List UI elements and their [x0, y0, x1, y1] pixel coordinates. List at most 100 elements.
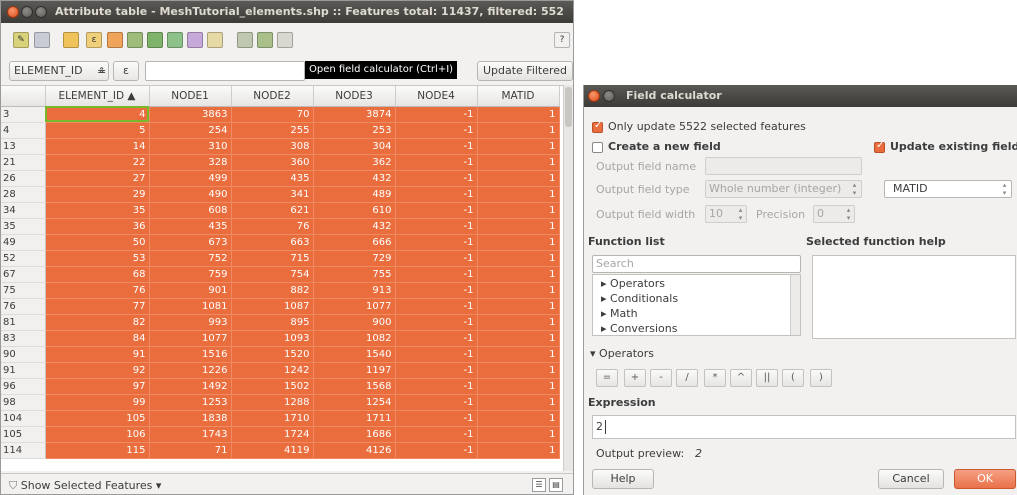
table-cell[interactable]: 3863 [149, 106, 232, 123]
expression-select-icon[interactable]: ε [86, 32, 102, 48]
table-row[interactable]: 3 4 3863 70 3874 -1 1 [1, 106, 560, 123]
table-cell[interactable]: 360 [231, 154, 314, 171]
table-row[interactable]: 96 97 1492 1502 1568 -1 1 [1, 378, 560, 395]
form-view-icon[interactable]: ▤ [549, 478, 563, 492]
table-cell[interactable]: 1288 [231, 394, 314, 411]
table-cell[interactable]: 92 [45, 362, 150, 379]
table-cell[interactable]: -1 [395, 250, 478, 267]
copy-icon[interactable] [237, 32, 253, 48]
table-cell[interactable]: 115 [45, 442, 150, 459]
table-cell[interactable]: 82 [45, 314, 150, 331]
zoom-to-selection-icon[interactable] [207, 32, 223, 48]
table-cell[interactable]: 1568 [313, 378, 396, 395]
row-number[interactable]: 104 [1, 410, 46, 427]
table-cell[interactable]: 432 [313, 170, 396, 187]
table-cell[interactable]: 50 [45, 234, 150, 251]
table-cell[interactable]: 4126 [313, 442, 396, 459]
table-cell[interactable]: -1 [395, 362, 478, 379]
output-field-name-input[interactable] [705, 157, 862, 175]
table-cell[interactable]: 1077 [313, 298, 396, 315]
table-row[interactable]: 34 35 608 621 610 -1 1 [1, 202, 560, 219]
table-cell[interactable]: 499 [149, 170, 232, 187]
table-cell[interactable]: 1 [477, 186, 560, 203]
operator-button[interactable]: / [676, 369, 698, 387]
operators-toggle[interactable]: ▾ Operators [590, 347, 654, 361]
table-cell[interactable]: 1 [477, 202, 560, 219]
row-number[interactable]: 4 [1, 122, 46, 139]
table-cell[interactable]: 4 [45, 106, 150, 123]
invert-selection-icon[interactable] [127, 32, 143, 48]
table-cell[interactable]: 53 [45, 250, 150, 267]
table-cell[interactable]: 308 [231, 138, 314, 155]
function-group-item[interactable]: ▸ Operators [601, 277, 665, 291]
operator-button[interactable]: * [704, 369, 726, 387]
table-cell[interactable]: 1 [477, 250, 560, 267]
row-number[interactable]: 3 [1, 106, 46, 123]
table-cell[interactable]: 5 [45, 122, 150, 139]
table-cell[interactable]: 1711 [313, 410, 396, 427]
table-cell[interactable]: 99 [45, 394, 150, 411]
table-cell[interactable]: -1 [395, 346, 478, 363]
field-calculator-icon[interactable] [277, 32, 293, 48]
table-cell[interactable]: 490 [149, 186, 232, 203]
ok-button[interactable]: OK [954, 469, 1016, 489]
table-cell[interactable]: -1 [395, 442, 478, 459]
new-feature-icon[interactable] [63, 32, 79, 48]
table-cell[interactable]: 14 [45, 138, 150, 155]
table-cell[interactable]: 35 [45, 202, 150, 219]
paste-icon[interactable] [257, 32, 273, 48]
table-cell[interactable]: 255 [231, 122, 314, 139]
table-cell[interactable]: 755 [313, 266, 396, 283]
table-cell[interactable]: -1 [395, 154, 478, 171]
deselect-icon[interactable] [147, 32, 163, 48]
table-cell[interactable]: 1254 [313, 394, 396, 411]
table-cell[interactable]: 1242 [231, 362, 314, 379]
filter-field-combo[interactable]: ELEMENT_ID ⇕ [9, 61, 109, 81]
table-cell[interactable]: 900 [313, 314, 396, 331]
row-number[interactable]: 75 [1, 282, 46, 299]
table-scrollbar[interactable] [563, 85, 573, 471]
table-cell[interactable]: 328 [149, 154, 232, 171]
table-cell[interactable]: -1 [395, 202, 478, 219]
create-new-field-checkbox[interactable] [592, 142, 603, 153]
move-selection-top-icon[interactable] [167, 32, 183, 48]
function-tree[interactable]: ▸ Operators ▸ Conditionals ▸ Math ▸ Convers… [592, 274, 801, 336]
table-cell[interactable]: 1 [477, 378, 560, 395]
table-cell[interactable]: 608 [149, 202, 232, 219]
table-cell[interactable]: 1 [477, 234, 560, 251]
column-header[interactable]: NODE3 [313, 86, 396, 107]
table-cell[interactable]: -1 [395, 266, 478, 283]
row-number[interactable]: 49 [1, 234, 46, 251]
table-cell[interactable]: -1 [395, 330, 478, 347]
table-cell[interactable]: 105 [45, 410, 150, 427]
select-all-icon[interactable] [107, 32, 123, 48]
table-cell[interactable]: 1 [477, 394, 560, 411]
edit-pencil-icon[interactable]: ✎ [13, 32, 29, 48]
table-cell[interactable]: 1 [477, 298, 560, 315]
table-row[interactable]: 28 29 490 341 489 -1 1 [1, 186, 560, 203]
table-cell[interactable]: 1 [477, 266, 560, 283]
update-filtered-button[interactable]: Update Filtered [477, 61, 573, 81]
close-dialog-button[interactable] [588, 90, 600, 102]
table-cell[interactable]: 1253 [149, 394, 232, 411]
cancel-button[interactable]: Cancel [878, 469, 944, 489]
table-cell[interactable]: 1710 [231, 410, 314, 427]
table-cell[interactable]: 1 [477, 282, 560, 299]
table-cell[interactable]: 36 [45, 218, 150, 235]
update-existing-field-checkbox[interactable] [874, 140, 885, 153]
table-cell[interactable]: 993 [149, 314, 232, 331]
table-cell[interactable]: 1 [477, 218, 560, 235]
table-row[interactable]: 52 53 752 715 729 -1 1 [1, 250, 560, 267]
table-cell[interactable]: 1 [477, 170, 560, 187]
table-row[interactable]: 105 106 1743 1724 1686 -1 1 [1, 426, 560, 443]
table-cell[interactable]: 1 [477, 442, 560, 459]
table-row[interactable]: 35 36 435 76 432 -1 1 [1, 218, 560, 235]
only-update-checkbox[interactable] [592, 120, 603, 133]
table-cell[interactable]: 1 [477, 410, 560, 427]
row-number[interactable]: 90 [1, 346, 46, 363]
table-row[interactable]: 75 76 901 882 913 -1 1 [1, 282, 560, 299]
table-row[interactable]: 98 99 1253 1288 1254 -1 1 [1, 394, 560, 411]
table-cell[interactable]: 1082 [313, 330, 396, 347]
table-cell[interactable]: 1077 [149, 330, 232, 347]
table-cell[interactable]: -1 [395, 170, 478, 187]
